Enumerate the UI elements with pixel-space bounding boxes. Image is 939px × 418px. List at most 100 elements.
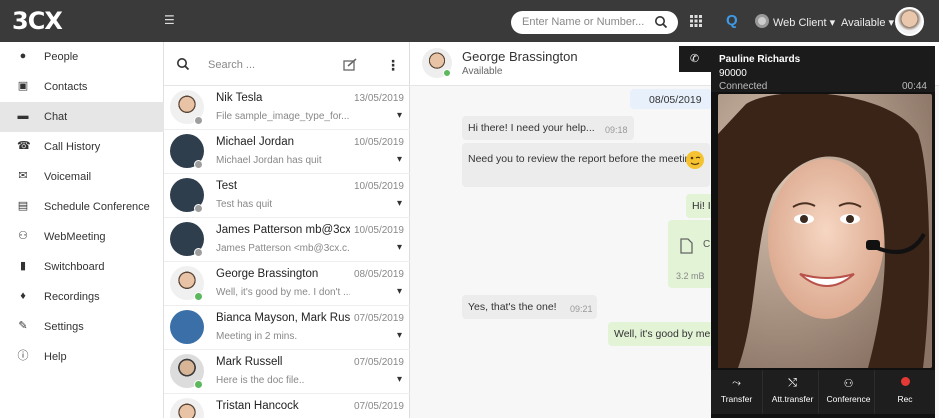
wrench-icon: ✎ [18, 320, 28, 332]
caller-number: 90000 [719, 68, 747, 79]
transfer-icon: ⤳ [732, 377, 741, 389]
nav-item-schedule-conference[interactable]: ▤ Schedule Conference [0, 192, 164, 222]
winking-emoji-icon [686, 151, 704, 169]
global-search-placeholder: Enter Name or Number... [522, 16, 645, 28]
call-status: Connected [719, 81, 768, 92]
phone-icon: ☎ [17, 140, 31, 152]
chat-name: Michael Jordan [216, 136, 294, 148]
conference-button[interactable]: ⚇ Conference [823, 370, 875, 414]
button-label: Conference [826, 394, 871, 404]
nav-label: Call History [44, 141, 101, 153]
user-avatar[interactable] [895, 7, 924, 36]
dialpad-icon[interactable] [690, 15, 702, 27]
info-icon: ⓘ [17, 350, 29, 362]
avatar [170, 398, 204, 418]
chat-list-item[interactable]: Nik Tesla 13/05/2019 File sample_image_t… [164, 86, 410, 130]
record-icon [879, 377, 931, 391]
message-bubble: Hi! I [686, 194, 714, 218]
chat-list-item[interactable]: Test 10/05/2019 Test has quit ▾ [164, 174, 410, 218]
voicemail-icon: ✉ [18, 170, 28, 182]
chat-search-input[interactable]: Search ... [208, 59, 255, 71]
file-name-fragment: C [703, 239, 711, 250]
chat-list-item[interactable]: James Patterson mb@3cx... 10/05/2019 Jam… [164, 218, 410, 262]
nav-item-settings[interactable]: ✎ Settings [0, 312, 164, 342]
nav-item-switchboard[interactable]: ▮ Switchboard [0, 252, 164, 282]
chat-name: Bianca Mayson, Mark Rus... [216, 312, 350, 324]
message-time: 09:18 [605, 125, 628, 135]
nav-item-call-history[interactable]: ☎ Call History [0, 132, 164, 162]
more-options-icon[interactable]: ⋮ [386, 57, 400, 74]
chevron-down-icon[interactable]: ▾ [397, 198, 402, 209]
nav-label: Voicemail [44, 171, 92, 183]
left-nav: ● People ▣ Contacts ▬ Chat ☎ Call History ✉ V… [0, 42, 164, 418]
nav-item-webmeeting[interactable]: ⚇ WebMeeting [0, 222, 164, 252]
phone-icon: ✆ [690, 53, 700, 65]
chat-list-item[interactable]: Mark Russell 07/05/2019 Here is the doc … [164, 350, 410, 394]
search-icon[interactable] [176, 57, 190, 71]
calendar-icon: ▤ [17, 200, 29, 212]
nav-label: Switchboard [44, 261, 105, 273]
call-panel: Pauline Richards 90000 Connected 00:44 ⤳… [711, 46, 935, 418]
transfer-button[interactable]: ⤳ Transfer [711, 370, 763, 414]
global-search-input[interactable]: Enter Name or Number... [511, 11, 678, 34]
nav-item-contacts[interactable]: ▣ Contacts [0, 72, 164, 102]
nav-item-recordings[interactable]: ♦ Recordings [0, 282, 164, 312]
chat-list-item[interactable]: Tristan Hancock 07/05/2019 [164, 394, 410, 418]
status-dot [194, 160, 203, 169]
chat-list-item[interactable]: George Brassington 08/05/2019 Well, it's… [164, 262, 410, 306]
chat-list-item[interactable]: Michael Jordan 10/05/2019 Michael Jordan… [164, 130, 410, 174]
nav-item-help[interactable]: ⓘ Help [0, 342, 164, 372]
web-client-label: Web Client [773, 17, 827, 29]
call-panel-tab[interactable]: ✆ [679, 46, 711, 72]
web-client-dropdown[interactable]: Web Client ▾ [773, 16, 835, 29]
presence-dropdown[interactable]: Available ▾ [841, 16, 894, 29]
compose-icon[interactable] [343, 58, 357, 71]
file-attachment[interactable]: C 3.2 mB [668, 220, 714, 288]
chat-preview: Well, it's good by me. I don't ... [216, 287, 350, 298]
queue-icon[interactable]: Q [726, 12, 738, 29]
chat-list-item[interactable]: Bianca Mayson, Mark Rus... 07/05/2019 Me… [164, 306, 410, 350]
file-icon [680, 238, 693, 254]
remote-video-image [718, 94, 932, 368]
chevron-down-icon[interactable]: ▾ [397, 286, 402, 297]
call-controls: ⤳ Transfer ⤭ Att.transfer ⚇ Conference Rec [711, 370, 935, 414]
status-dot [194, 380, 203, 389]
chat-name: James Patterson mb@3cx... [216, 224, 350, 236]
chat-date: 10/05/2019 [353, 181, 404, 192]
nav-label: Schedule Conference [44, 201, 150, 213]
nav-item-people[interactable]: ● People [0, 42, 164, 72]
search-icon[interactable] [654, 15, 668, 29]
chat-date: 07/05/2019 [353, 313, 404, 324]
remote-video [718, 94, 932, 368]
chevron-down-icon[interactable]: ▾ [397, 154, 402, 165]
record-button[interactable]: Rec [879, 370, 931, 414]
date-marker-text: 08/05/2019 [649, 94, 702, 106]
nav-label: Contacts [44, 81, 88, 93]
date-marker: 08/05/2019 [630, 89, 712, 109]
call-header: Pauline Richards 90000 Connected 00:44 [711, 46, 935, 92]
chat-name: Nik Tesla [216, 92, 263, 104]
chat-icon: ▬ [17, 110, 29, 122]
chevron-down-icon[interactable]: ▾ [397, 242, 402, 253]
nav-item-chat[interactable]: ▬ Chat [0, 102, 164, 132]
avatar [170, 310, 204, 344]
chat-preview: File sample_image_type_for... [216, 111, 350, 122]
message-text: Yes, that's the one! [468, 301, 557, 313]
conference-icon: ⚇ [843, 378, 854, 390]
status-dot [194, 292, 203, 301]
nav-label: WebMeeting [44, 231, 106, 243]
chevron-down-icon[interactable]: ▾ [397, 330, 402, 341]
chat-name: George Brassington [216, 268, 319, 280]
switchboard-icon: ▮ [19, 260, 27, 272]
menu-icon[interactable]: ☰ [164, 14, 176, 26]
attended-transfer-icon: ⤭ [788, 377, 797, 389]
chevron-down-icon[interactable]: ▾ [397, 374, 402, 385]
nav-item-voicemail[interactable]: ✉ Voicemail [0, 162, 164, 192]
person-icon: ● [19, 50, 27, 62]
att-transfer-button[interactable]: ⤭ Att.transfer [767, 370, 819, 414]
chevron-down-icon[interactable]: ▾ [397, 110, 402, 121]
chat-date: 13/05/2019 [353, 93, 404, 104]
chat-date: 07/05/2019 [353, 401, 404, 412]
call-timer: 00:44 [901, 81, 927, 92]
button-label: Rec [897, 394, 913, 404]
